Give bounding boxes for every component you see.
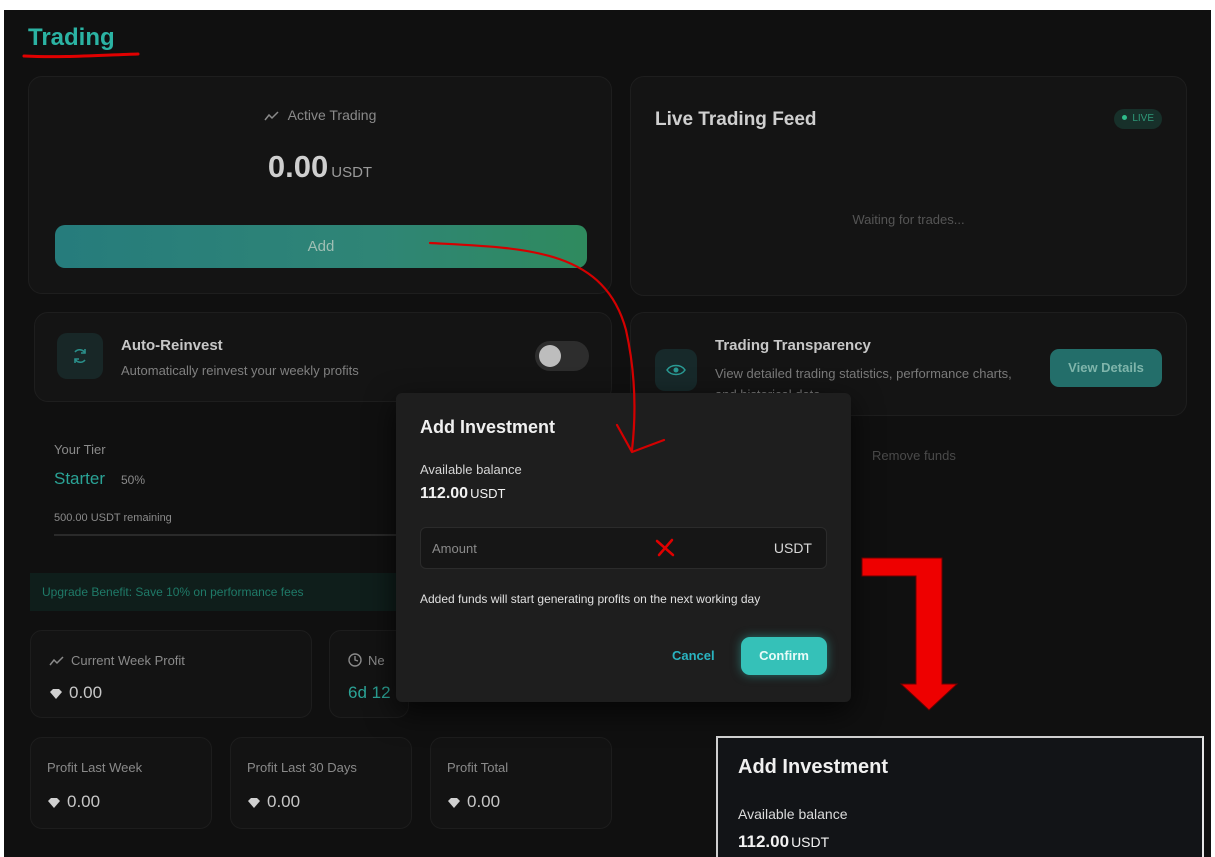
diamond-icon <box>248 798 260 808</box>
transparency-title: Trading Transparency <box>715 337 871 354</box>
amount-input[interactable] <box>421 528 751 568</box>
available-balance-value: 112.00 USDT <box>420 485 506 502</box>
modal-note: Added funds will start generating profit… <box>420 592 761 606</box>
tier-percent: 50% <box>121 473 146 487</box>
stat-label: Profit Last 30 Days <box>247 760 357 775</box>
stat-value: 0.00 <box>67 792 101 811</box>
diamond-icon <box>48 798 60 808</box>
inset-balance-value: 112.00 USDT <box>738 832 830 851</box>
auto-reinvest-toggle[interactable] <box>535 341 589 371</box>
stat-label: Current Week Profit <box>71 653 185 668</box>
annotation-underline <box>22 52 140 59</box>
stat-value: 6d 12 <box>348 683 391 702</box>
active-trading-value: 0.00 USDT <box>29 149 611 185</box>
live-badge: LIVE <box>1114 109 1162 129</box>
tier-label: Your Tier <box>54 442 106 457</box>
amount-unit: USDT <box>773 540 812 556</box>
modal-title: Add Investment <box>420 417 556 437</box>
active-trading-unit: USDT <box>331 164 373 181</box>
active-trading-label: Active Trading <box>287 107 377 123</box>
auto-reinvest-title: Auto-Reinvest <box>121 337 223 354</box>
toggle-knob <box>539 345 561 367</box>
inset-title: Add Investment <box>738 756 889 778</box>
trend-up-icon <box>264 111 279 121</box>
profit-last-week-card: Profit Last Week 0.00 <box>30 737 212 829</box>
eye-icon <box>655 349 697 391</box>
auto-reinvest-card: Auto-Reinvest Automatically reinvest you… <box>34 312 612 402</box>
stat-value: 0.00 <box>467 792 501 811</box>
profit-last-30-days-card: Profit Last 30 Days 0.00 <box>230 737 412 829</box>
stat-label: Profit Last Week <box>47 760 143 775</box>
stat-value: 0.00 <box>267 792 301 811</box>
auto-reinvest-subtitle: Automatically reinvest your weekly profi… <box>121 363 359 378</box>
tier-name: Starter <box>54 469 106 488</box>
diamond-icon <box>50 689 62 699</box>
profit-total-card: Profit Total 0.00 <box>430 737 612 829</box>
live-dot-icon <box>1122 115 1128 120</box>
inset-balance-label: Available balance <box>738 806 848 822</box>
feed-waiting-text: Waiting for trades... <box>852 212 965 227</box>
current-week-profit-card: Current Week Profit 0.00 <box>30 630 312 718</box>
confirm-button[interactable]: Confirm <box>741 637 827 675</box>
remove-funds-link[interactable]: Remove funds <box>872 448 956 463</box>
tier-remaining: 500.00 USDT remaining <box>54 512 172 524</box>
annotation-inset-modal: Add Investment Available balance 112.00 U… <box>716 736 1204 857</box>
available-balance-label: Available balance <box>420 462 522 477</box>
add-investment-modal: Add Investment Available balance 112.00 U… <box>396 393 851 702</box>
stat-label: Profit Total <box>447 760 509 775</box>
clock-icon <box>348 653 362 667</box>
upgrade-banner: Upgrade Benefit: Save 10% on performance… <box>30 573 410 611</box>
active-trading-card: Active Trading 0.00 USDT Add <box>28 76 612 294</box>
refresh-icon <box>57 333 103 379</box>
trend-up-icon <box>49 656 64 666</box>
stat-label: Ne <box>368 653 385 668</box>
app-frame: Trading Active Trading 0.00 USDT Add Live… <box>4 10 1211 857</box>
view-details-button[interactable]: View Details <box>1050 349 1162 387</box>
add-button[interactable]: Add <box>55 225 587 268</box>
page-title: Trading <box>28 24 115 51</box>
amount-input-wrapper: USDT <box>420 527 827 569</box>
tier-progress-bar <box>54 534 404 536</box>
live-trading-feed-card: Live Trading Feed LIVE Waiting for trade… <box>630 76 1187 296</box>
feed-title: Live Trading Feed <box>655 109 817 130</box>
stat-value: 0.00 <box>69 683 103 702</box>
cancel-button[interactable]: Cancel <box>672 648 715 663</box>
annotation-big-arrow <box>861 557 959 711</box>
annotation-x-mark <box>655 538 675 557</box>
active-trading-amount: 0.00 <box>267 149 329 184</box>
diamond-icon <box>448 798 460 808</box>
